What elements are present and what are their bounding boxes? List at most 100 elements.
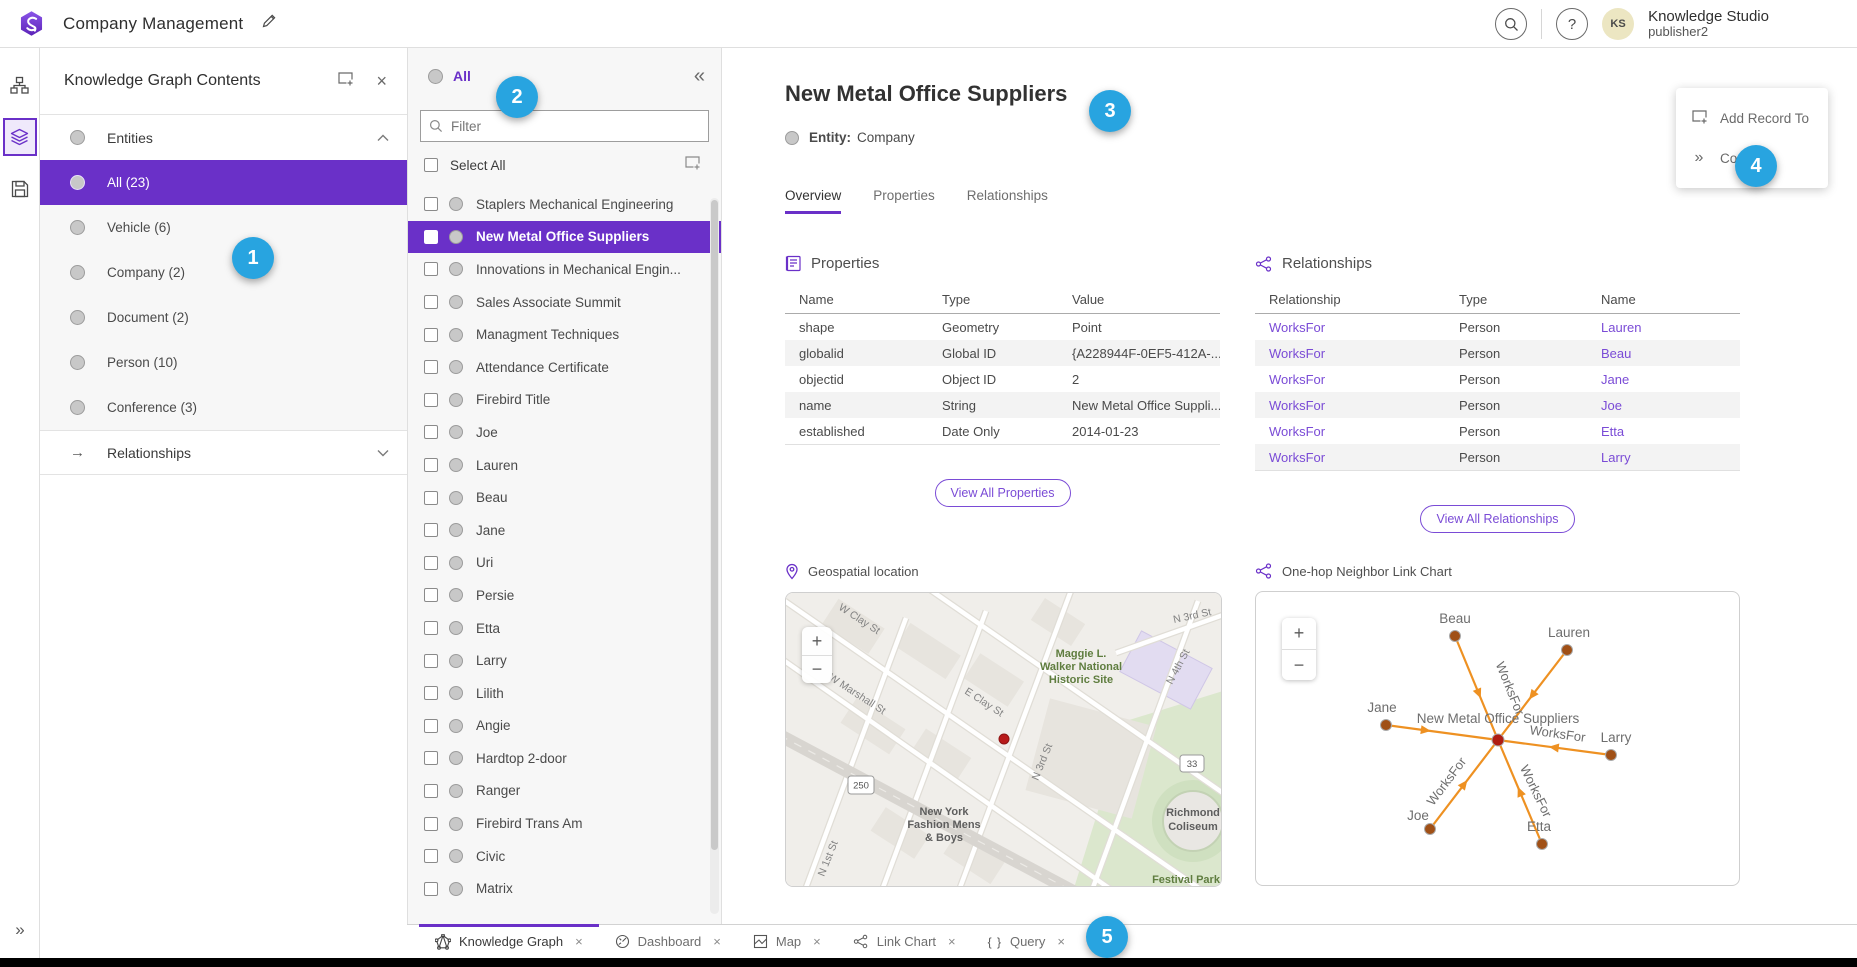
tab-properties[interactable]: Properties [873,188,935,214]
map-zoom-out-button[interactable]: − [802,655,832,683]
close-tab-icon[interactable]: × [948,934,956,949]
map-zoom-in-button[interactable]: + [802,627,832,655]
entity-checkbox[interactable] [424,295,438,309]
entity-list-item[interactable]: Uri [408,547,721,580]
entity-list-item[interactable]: Lilith [408,677,721,710]
entity-list-item[interactable]: Joe [408,416,721,449]
link-chart-canvas[interactable]: WorksFor WorksFor WorksFor WorksFor [1255,591,1740,886]
entity-list-item[interactable]: Firebird Title [408,384,721,417]
close-panel-icon[interactable]: × [376,71,387,92]
entity-checkbox[interactable] [424,849,438,863]
entity-list-item[interactable]: Civic [408,840,721,873]
relationship-name-link[interactable]: Larry [1587,450,1740,465]
select-all-checkbox[interactable] [424,158,438,172]
relationship-name-link[interactable]: Lauren [1587,320,1740,335]
tab-map[interactable]: Map × [737,925,837,958]
entity-type-row[interactable]: Company (2) [40,250,407,295]
entity-list-item[interactable]: Matrix [408,872,721,905]
collapse-panel-icon[interactable]: « [694,66,705,86]
relationship-name-link[interactable]: Etta [1587,424,1740,439]
relationship-name-link[interactable]: Jane [1587,372,1740,387]
entity-list-item[interactable]: Attendance Certificate [408,351,721,384]
help-button[interactable]: ? [1556,8,1588,40]
layers-icon[interactable] [3,118,37,156]
entity-checkbox[interactable] [424,328,438,342]
entity-checkbox[interactable] [424,882,438,896]
relationship-name-link[interactable]: Joe [1587,398,1740,413]
close-tab-icon[interactable]: × [813,934,821,949]
entity-list-item[interactable]: Angie [408,710,721,743]
entity-list-item[interactable]: Staplers Mechanical Engineering [408,188,721,221]
close-tab-icon[interactable]: × [575,934,583,949]
entity-list-item[interactable]: Jane [408,514,721,547]
relationship-link[interactable]: WorksFor [1255,320,1445,335]
tab-link-chart[interactable]: Link Chart × [837,925,972,958]
entity-list-item[interactable]: Beau [408,481,721,514]
tab-overview[interactable]: Overview [785,188,841,214]
entity-list-item[interactable]: Lauren [408,449,721,482]
entity-checkbox[interactable] [424,751,438,765]
relationship-link[interactable]: WorksFor [1255,424,1445,439]
view-all-properties-button[interactable]: View All Properties [935,479,1071,507]
entity-checkbox[interactable] [424,621,438,635]
tab-query[interactable]: { } Query × [972,925,1081,958]
entities-section-header[interactable]: Entities [40,115,407,160]
relationship-name-link[interactable]: Beau [1587,346,1740,361]
close-tab-icon[interactable]: × [713,934,721,949]
relationship-link[interactable]: WorksFor [1255,346,1445,361]
user-avatar[interactable]: KS [1602,8,1634,40]
entity-checkbox[interactable] [424,197,438,211]
entity-checkbox[interactable] [424,230,438,244]
relationship-link[interactable]: WorksFor [1255,398,1445,413]
filter-input[interactable] [451,119,700,134]
relationships-section-header[interactable]: → Relationships [40,430,407,475]
entity-list-item[interactable]: Innovations in Mechanical Engin... [408,253,721,286]
entity-checkbox[interactable] [424,262,438,276]
entity-type-row[interactable]: Person (10) [40,340,407,385]
entity-checkbox[interactable] [424,523,438,537]
entity-list-item[interactable]: Firebird Trans Am [408,807,721,840]
tab-dashboard[interactable]: Dashboard × [599,925,737,958]
search-button[interactable] [1495,8,1527,40]
entity-list-item[interactable]: Sales Associate Summit [408,286,721,319]
entity-type-row[interactable]: All (23) [40,160,407,205]
entity-checkbox[interactable] [424,393,438,407]
entity-list-item[interactable]: Etta [408,612,721,645]
entity-type-row[interactable]: Document (2) [40,295,407,340]
edit-title-icon[interactable] [261,13,277,34]
add-record-icon[interactable] [684,154,701,176]
entity-checkbox[interactable] [424,784,438,798]
chart-zoom-out-button[interactable]: − [1282,649,1316,680]
relationship-link[interactable]: WorksFor [1255,372,1445,387]
user-info[interactable]: Knowledge Studio publisher2 [1648,8,1769,40]
hierarchy-icon[interactable] [3,66,37,104]
entity-type-row[interactable]: Vehicle (6) [40,205,407,250]
entity-checkbox[interactable] [424,686,438,700]
entity-checkbox[interactable] [424,556,438,570]
close-tab-icon[interactable]: × [1057,934,1065,949]
tab-knowledge-graph[interactable]: Knowledge Graph × [419,925,599,958]
entity-checkbox[interactable] [424,491,438,505]
view-all-relationships-button[interactable]: View All Relationships [1420,505,1574,533]
add-record-icon[interactable] [337,70,354,92]
entity-list-item[interactable]: Hardtop 2-door [408,742,721,775]
entity-checkbox[interactable] [424,817,438,831]
tab-relationships[interactable]: Relationships [967,188,1048,214]
entity-checkbox[interactable] [424,719,438,733]
entity-list-item[interactable]: Ranger [408,775,721,808]
scrollbar-thumb[interactable] [711,200,718,850]
save-icon[interactable] [3,170,37,208]
entity-checkbox[interactable] [424,425,438,439]
entity-checkbox[interactable] [424,360,438,374]
expand-rail-icon[interactable]: » [0,920,40,940]
relationship-link[interactable]: WorksFor [1255,450,1445,465]
chart-zoom-in-button[interactable]: + [1282,618,1316,649]
entity-list-item[interactable]: New Metal Office Suppliers [408,221,721,254]
menu-item-add-record-to[interactable]: Add Record To [1676,98,1828,138]
map-canvas[interactable]: 250 33 W Clay St W Marshall St E Clay St… [785,592,1222,887]
entity-checkbox[interactable] [424,654,438,668]
entity-checkbox[interactable] [424,588,438,602]
entity-list-item[interactable]: Persie [408,579,721,612]
entity-checkbox[interactable] [424,458,438,472]
entity-list-item[interactable]: Larry [408,644,721,677]
